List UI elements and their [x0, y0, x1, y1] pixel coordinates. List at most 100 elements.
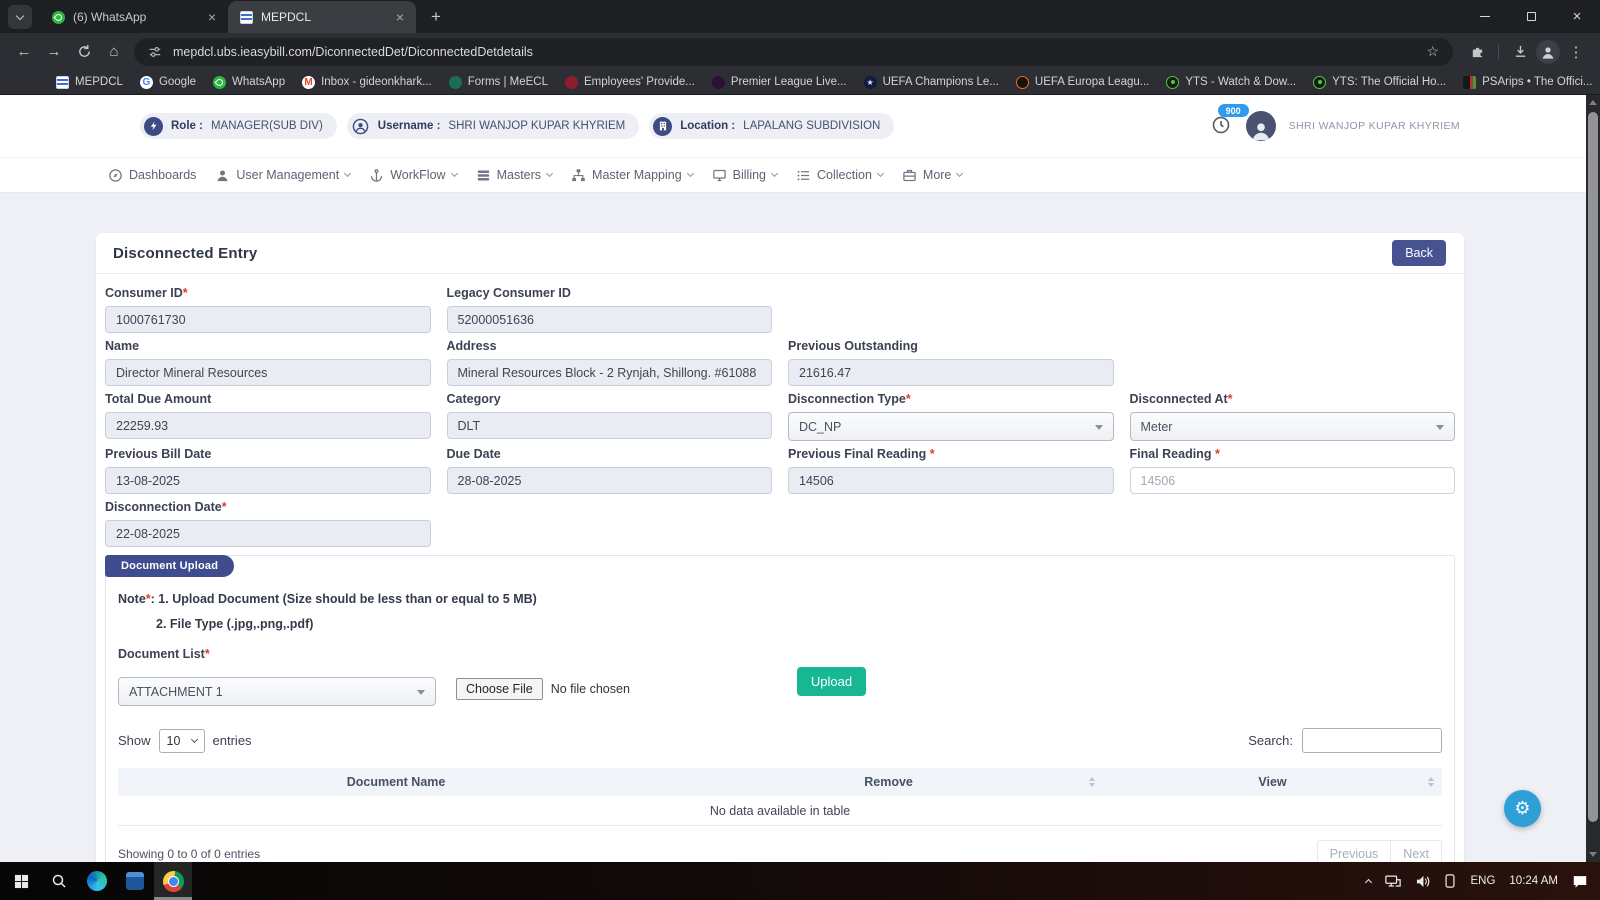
- clock-widget[interactable]: 900: [1211, 104, 1249, 137]
- consumer-id-input[interactable]: 1000761730: [105, 306, 431, 333]
- yts-icon: [1166, 75, 1180, 89]
- network-icon[interactable]: [1385, 875, 1402, 888]
- nav-item-user-management[interactable]: User Management: [215, 168, 352, 183]
- choose-file-button[interactable]: Choose File: [456, 678, 543, 700]
- bookmark-psarips[interactable]: PSArips • The Offici...: [1463, 75, 1592, 89]
- disconnected-at-select[interactable]: Meter: [1129, 412, 1455, 441]
- column-remove[interactable]: Remove: [674, 768, 1103, 796]
- nav-item-billing[interactable]: Billing: [712, 168, 779, 183]
- disconnection-date-input[interactable]: 22-08-2025: [105, 520, 431, 547]
- clock-icon: [1212, 116, 1229, 134]
- upload-button[interactable]: Upload: [796, 667, 867, 696]
- nav-item-workflow[interactable]: WorkFlow: [369, 168, 458, 183]
- uefa-el-icon: [1015, 75, 1029, 89]
- legacy-consumer-id-input[interactable]: 52000051636: [446, 306, 772, 333]
- reload-button[interactable]: [70, 38, 98, 66]
- field-label: Name: [105, 339, 140, 353]
- tray-chevron-icon[interactable]: [1365, 878, 1373, 887]
- sort-icon[interactable]: [1428, 777, 1434, 787]
- document-list-select[interactable]: ATTACHMENT 1: [118, 677, 436, 706]
- previous-outstanding-input[interactable]: 21616.47: [788, 359, 1114, 386]
- speaker-icon[interactable]: [1415, 875, 1430, 888]
- tab-mepdcl[interactable]: MEPDCL ×: [228, 1, 416, 33]
- downloads-button[interactable]: [1506, 38, 1534, 66]
- clock-time[interactable]: 10:24 AM: [1509, 875, 1558, 887]
- form-grid: Consumer ID* 1000761730 Legacy Consumer …: [96, 274, 1464, 547]
- address-bar[interactable]: mepdcl.ubs.ieasybill.com/DiconnectedDet/…: [134, 37, 1453, 66]
- bookmark-inbox[interactable]: M Inbox - gideonkhark...: [302, 75, 432, 89]
- bookmark-yts-official[interactable]: YTS: The Official Ho...: [1313, 75, 1447, 89]
- bookmark-uefa-cl[interactable]: ★ UEFA Champions Le...: [863, 75, 999, 89]
- address-input[interactable]: Mineral Resources Block - 2 Rynjah, Shil…: [446, 359, 772, 386]
- bookmark-yts-watch[interactable]: YTS - Watch & Dow...: [1166, 75, 1296, 89]
- nav-item-more[interactable]: More: [902, 168, 964, 183]
- nav-item-dashboards[interactable]: Dashboards: [108, 168, 196, 183]
- scroll-up-arrow[interactable]: [1586, 95, 1600, 110]
- browser-toolbar: ← → ⌂ mepdcl.ubs.ieasybill.com/Diconnect…: [0, 33, 1600, 70]
- bookmark-whatsapp[interactable]: WhatsApp: [213, 75, 285, 89]
- bookmark-label: Forms | MeECL: [467, 76, 548, 88]
- nav-item-masters[interactable]: Masters: [476, 168, 554, 183]
- bookmark-label: YTS: The Official Ho...: [1332, 76, 1447, 88]
- bookmark-uefa-el[interactable]: UEFA Europa Leagu...: [1015, 75, 1149, 89]
- minimize-button[interactable]: [1462, 0, 1508, 33]
- nav-item-collection[interactable]: Collection: [796, 168, 884, 183]
- yts-icon: [1313, 75, 1327, 89]
- taskbar-edge-button[interactable]: [78, 862, 116, 900]
- extensions-button[interactable]: [1463, 38, 1491, 66]
- tab-whatsapp[interactable]: (6) WhatsApp ×: [40, 1, 228, 33]
- due-date-input[interactable]: 28-08-2025: [446, 467, 772, 494]
- bookmark-mepdcl[interactable]: MEPDCL: [56, 75, 123, 89]
- tab-search-button[interactable]: [8, 5, 32, 29]
- home-button[interactable]: ⌂: [100, 38, 128, 66]
- category-input[interactable]: DLT: [446, 412, 772, 439]
- column-view[interactable]: View: [1103, 768, 1442, 796]
- vertical-scrollbar[interactable]: [1586, 95, 1600, 862]
- nav-item-master-mapping[interactable]: Master Mapping: [571, 168, 694, 183]
- scroll-down-arrow[interactable]: [1586, 847, 1600, 862]
- final-reading-input[interactable]: 14506: [1129, 467, 1455, 494]
- sort-icon[interactable]: [1089, 777, 1096, 787]
- previous-page-button[interactable]: Previous: [1318, 841, 1392, 862]
- menu-button[interactable]: ⋮: [1562, 38, 1590, 66]
- close-window-button[interactable]: ×: [1554, 0, 1600, 33]
- maximize-button[interactable]: [1508, 0, 1554, 33]
- taskbar-search-button[interactable]: [40, 862, 78, 900]
- close-icon[interactable]: ×: [394, 9, 406, 25]
- field-label: Consumer ID: [105, 286, 183, 300]
- avatar[interactable]: [1245, 111, 1276, 141]
- tab-label: (6) WhatsApp: [73, 10, 147, 24]
- column-document-name[interactable]: Document Name: [118, 768, 674, 796]
- start-button[interactable]: [2, 862, 40, 900]
- page-size-select[interactable]: 10: [158, 728, 205, 753]
- previous-final-reading-input[interactable]: 14506: [788, 467, 1114, 494]
- close-icon[interactable]: ×: [206, 9, 218, 25]
- bookmark-google[interactable]: G Google: [139, 75, 196, 89]
- bookmark-epf[interactable]: Employees' Provide...: [565, 75, 695, 89]
- new-tab-button[interactable]: +: [422, 3, 450, 31]
- bookmark-premier-league[interactable]: Premier League Live...: [711, 75, 847, 89]
- location-badge: Location : LAPALANG SUBDIVISION: [649, 113, 895, 139]
- previous-bill-date-input[interactable]: 13-08-2025: [105, 467, 431, 494]
- taskbar-chrome-button[interactable]: [154, 862, 192, 900]
- search-input[interactable]: [1302, 728, 1442, 753]
- select-value: DC_NP: [799, 419, 842, 434]
- scrollbar-thumb[interactable]: [1588, 112, 1598, 822]
- notification-icon[interactable]: [1572, 874, 1588, 889]
- bookmark-forms-meecl[interactable]: Forms | MeECL: [448, 75, 548, 89]
- back-button[interactable]: Back: [1392, 240, 1446, 266]
- name-input[interactable]: Director Mineral Resources: [105, 359, 431, 386]
- field-label: Category: [446, 392, 501, 406]
- forward-button[interactable]: →: [40, 38, 68, 66]
- file-input[interactable]: Choose File No file chosen: [456, 678, 630, 700]
- taskbar-calculator-button[interactable]: [116, 862, 154, 900]
- bookmark-star-icon[interactable]: ☆: [1426, 43, 1439, 60]
- settings-fab[interactable]: ⚙: [1504, 790, 1541, 827]
- disconnection-type-select[interactable]: DC_NP: [788, 412, 1114, 441]
- profile-avatar[interactable]: [1536, 39, 1560, 64]
- language-indicator[interactable]: ENG: [1470, 875, 1495, 887]
- phone-link-icon[interactable]: [1444, 874, 1456, 888]
- next-page-button[interactable]: Next: [1391, 841, 1441, 862]
- back-button[interactable]: ←: [10, 38, 38, 66]
- total-due-input[interactable]: 22259.93: [105, 412, 431, 439]
